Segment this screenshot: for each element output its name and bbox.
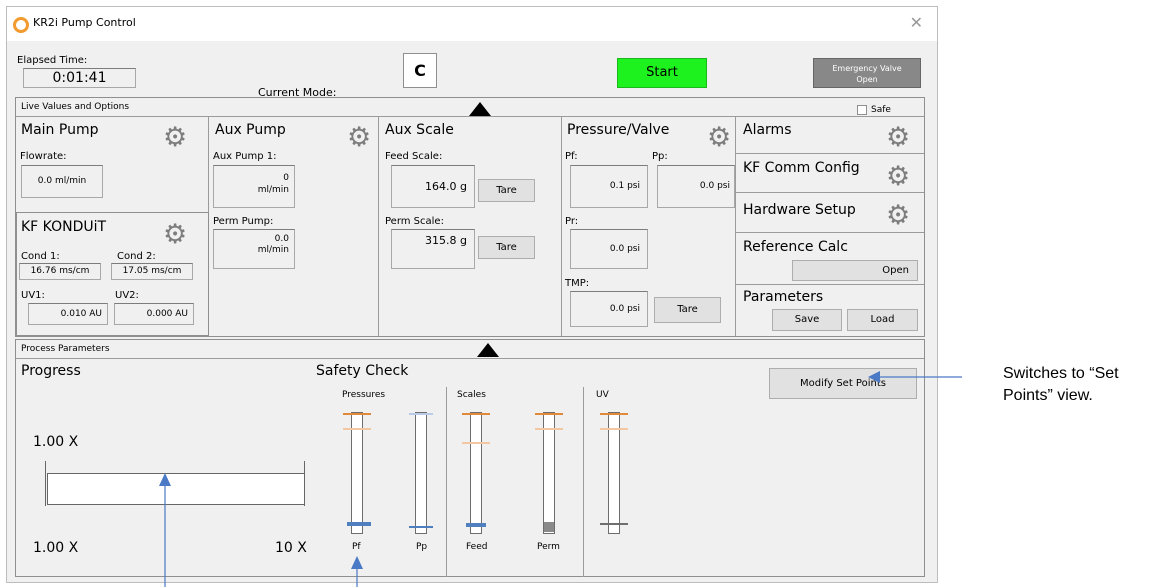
annotation-line-1: Switches to “Set [1003,365,1119,382]
annotation-line-2: Points” view. [1003,387,1093,404]
annotation-arrows [159,371,962,587]
arrow-to-modify-set-points [868,371,962,383]
arrow-to-progress-bar [159,473,171,587]
arrow-to-pf-gauge [351,556,363,587]
